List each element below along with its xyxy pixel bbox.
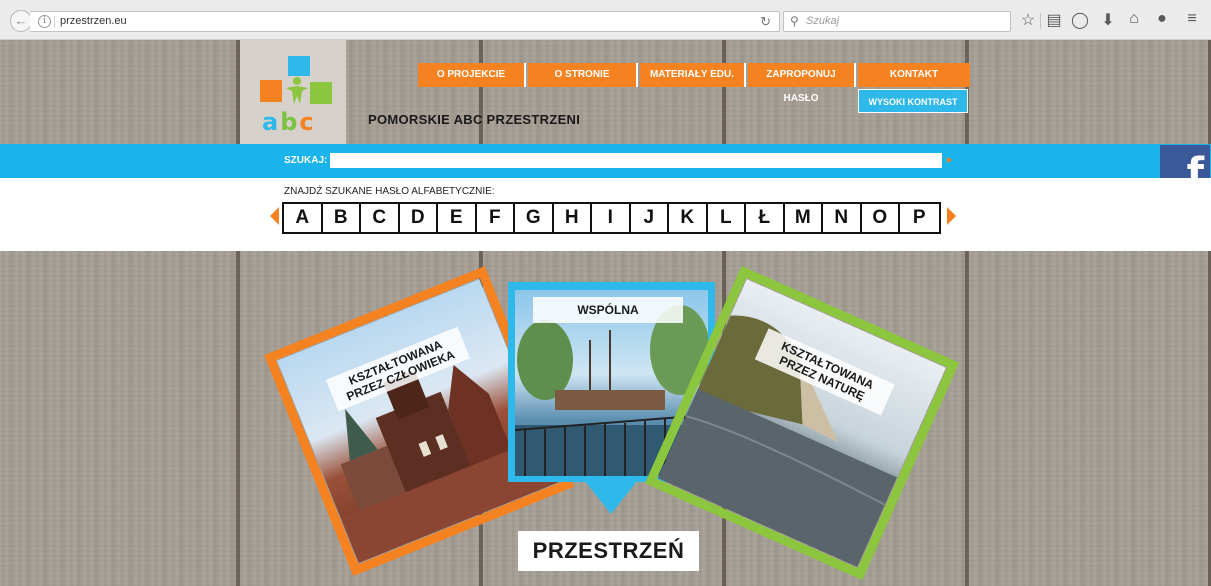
logo-square-green — [310, 82, 332, 104]
logo-letter-a: a — [262, 108, 281, 136]
download-icon[interactable]: ⬇ — [1098, 10, 1118, 30]
letter-o[interactable]: O — [862, 204, 900, 232]
letter-e[interactable]: E — [438, 204, 477, 232]
card-label-shared: WSPÓLNA — [533, 297, 683, 323]
browser-search-bar[interactable]: ⚲ Szukaj — [783, 11, 1011, 32]
alphabet-letters: A B C D E F G H I J K L Ł M N O P — [282, 202, 941, 234]
chat-icon[interactable]: ● — [1152, 10, 1172, 28]
letter-b[interactable]: B — [323, 204, 361, 232]
alphabet-prev-arrow-icon[interactable] — [270, 207, 279, 225]
logo-letter-b: b — [280, 108, 300, 136]
search-bar: SZUKAJ: — [0, 144, 1211, 178]
alphabet-navigator: ZNAJDŹ SZUKANE HASŁO ALFABETYCZNIE: A B … — [0, 178, 1211, 251]
letter-d[interactable]: D — [400, 204, 438, 232]
letter-l-stroke[interactable]: Ł — [746, 204, 785, 232]
main-title: PRZESTRZEŃ — [518, 531, 699, 571]
nav-kontakt[interactable]: KONTAKT — [858, 63, 970, 87]
letter-n[interactable]: N — [823, 204, 862, 232]
nav-zaproponuj-haslo[interactable]: ZAPROPONUJ HASŁO — [748, 63, 856, 104]
nav-o-projekcie[interactable]: O PROJEKCIE — [418, 63, 526, 87]
logo-figure-icon — [286, 77, 308, 104]
logo-letter-c: c — [299, 108, 316, 136]
page-content: abc POMORSKIE ABC PRZESTRZENI O PROJEKCI… — [0, 40, 1211, 586]
home-icon[interactable]: ⌂ — [1124, 10, 1144, 28]
high-contrast-button[interactable]: WYSOKI KONTRAST — [858, 89, 968, 113]
info-icon[interactable]: i — [38, 15, 51, 28]
alphabet-next-arrow-icon[interactable] — [947, 207, 956, 225]
toolbar-divider — [1040, 13, 1041, 29]
search-submit-icon[interactable] — [947, 157, 952, 163]
letter-f[interactable]: F — [477, 204, 515, 232]
pocket-icon[interactable]: ◯ — [1070, 10, 1090, 30]
address-bar[interactable]: i przestrzen.eu ↻ — [30, 11, 780, 32]
site-logo[interactable]: abc — [240, 40, 346, 144]
letter-m[interactable]: M — [785, 204, 823, 232]
browser-toolbar: ← i przestrzen.eu ↻ ⚲ Szukaj ☆ ▤ ◯ ⬇ ⌂ ●… — [0, 0, 1211, 40]
nav-materialy-edu[interactable]: MATERIAŁY EDU. — [640, 63, 746, 87]
letter-c[interactable]: C — [361, 204, 400, 232]
search-label: SZUKAJ: — [284, 155, 328, 166]
letter-h[interactable]: H — [554, 204, 592, 232]
bookmark-star-icon[interactable]: ☆ — [1018, 10, 1038, 30]
letter-j[interactable]: J — [631, 204, 669, 232]
reload-icon[interactable]: ↻ — [760, 14, 771, 30]
letter-g[interactable]: G — [515, 204, 554, 232]
letter-a[interactable]: A — [284, 204, 323, 232]
site-title[interactable]: POMORSKIE ABC PRZESTRZENI — [368, 112, 580, 127]
search-icon: ⚲ — [790, 14, 799, 28]
logo-abc-text: abc — [262, 108, 316, 136]
letter-p[interactable]: P — [900, 204, 939, 232]
reading-list-icon[interactable]: ▤ — [1044, 10, 1064, 30]
letter-i[interactable]: I — [592, 204, 631, 232]
logo-square-blue — [288, 56, 310, 76]
browser-search-placeholder: Szukaj — [806, 15, 840, 27]
menu-icon[interactable]: ≡ — [1182, 10, 1202, 28]
alphabet-title: ZNAJDŹ SZUKANE HASŁO ALFABETYCZNIE: — [284, 186, 495, 197]
letter-l[interactable]: L — [708, 204, 746, 232]
logo-square-orange — [260, 80, 282, 102]
letter-k[interactable]: K — [669, 204, 708, 232]
nav-o-stronie[interactable]: O STRONIE — [528, 63, 638, 87]
url-separator — [54, 16, 55, 28]
url-text[interactable]: przestrzen.eu — [60, 15, 127, 27]
back-arrow-icon[interactable]: ← — [10, 10, 32, 32]
search-input[interactable] — [330, 153, 942, 168]
